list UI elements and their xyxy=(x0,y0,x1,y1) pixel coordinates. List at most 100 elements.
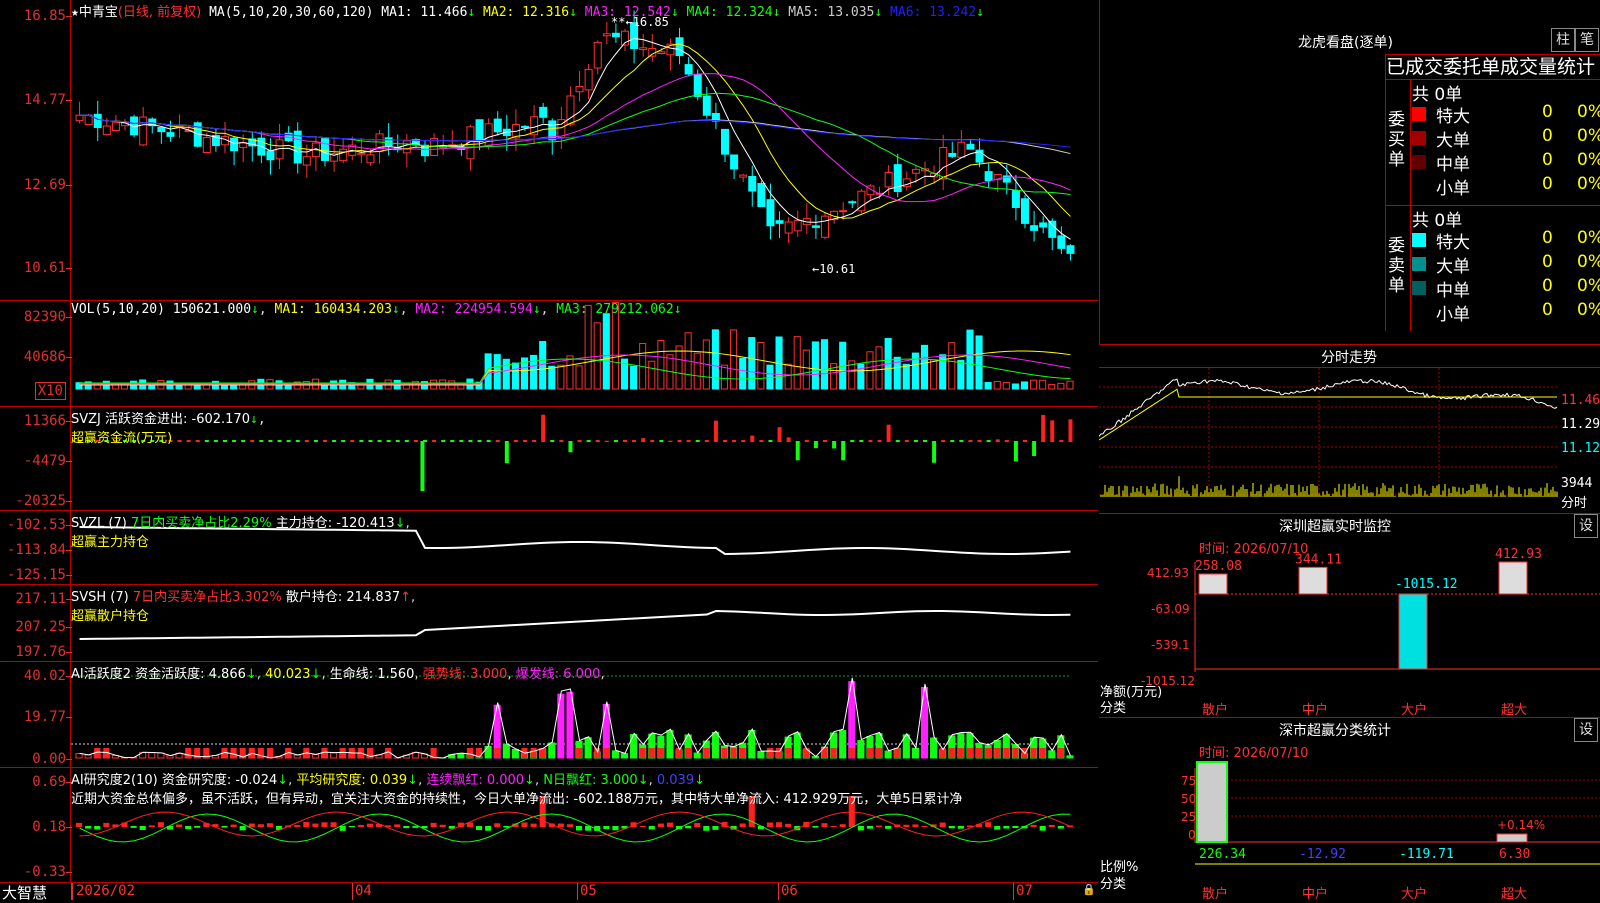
research-bar xyxy=(440,825,446,827)
flow-dot xyxy=(959,440,963,442)
vol-panel[interactable]: 82390 40686 X10 VOL(5,10,20) 150621.000↓… xyxy=(0,301,1098,407)
vol-bar xyxy=(549,366,555,389)
vol-bar xyxy=(740,358,746,389)
vol-bar xyxy=(812,342,818,389)
flow-dot xyxy=(896,440,900,442)
star-icon[interactable]: ★ xyxy=(71,5,79,20)
candle xyxy=(340,149,347,160)
ma-values: MA1: 11.466↓ MA2: 12.316↓ MA3: 12.542↓ M… xyxy=(381,5,984,20)
vol-bar xyxy=(503,359,509,389)
activity-base xyxy=(1012,748,1018,758)
monitor-cat: 散户 xyxy=(1202,699,1228,718)
candle xyxy=(267,151,274,160)
tick-mode-button[interactable]: 笔 xyxy=(1575,28,1599,52)
y-tick: 11366 xyxy=(24,413,66,429)
y-tick: 12.69 xyxy=(24,177,66,193)
classify-stats-panel[interactable]: 深市超赢分类统计 设 时间: 2026/07/10 226.34-12.92-1… xyxy=(1099,718,1600,900)
ma-value-4: MA4: 12.324 xyxy=(679,5,773,20)
vol-bar xyxy=(1058,383,1064,389)
activity-bar xyxy=(667,731,673,758)
flow-dot xyxy=(559,440,563,442)
buy-box: 委买单 共 0单 特大00%大单00%中单00%小单00% xyxy=(1385,80,1600,206)
ai1-v2: 生命线: 1.560 xyxy=(330,667,415,682)
research-bar xyxy=(185,826,191,829)
vol-bar xyxy=(967,330,973,389)
activity-bar xyxy=(749,730,755,758)
flow-dot xyxy=(968,440,972,442)
activity-base xyxy=(767,748,773,758)
vol-bar xyxy=(531,355,537,389)
research-bar xyxy=(576,826,582,830)
lock-icon[interactable]: 🔒 xyxy=(1082,883,1096,896)
svsh-panel[interactable]: 217.11 207.25 197.76 SVSH (7) 7日内买卖净占比3.… xyxy=(0,585,1098,662)
row-value: 0 xyxy=(1542,126,1553,146)
candle xyxy=(103,126,110,135)
flow-dot xyxy=(732,440,736,442)
research-bar xyxy=(649,826,655,830)
activity-base xyxy=(531,748,537,758)
flow-dot xyxy=(468,440,472,442)
monitor-cat: 中户 xyxy=(1302,699,1328,718)
candle xyxy=(685,65,692,74)
ai2-header: AI研究度2(10) 资金研究度: -0.024↓, 平均研究度: 0.039↓… xyxy=(71,769,1096,807)
research-bar xyxy=(476,826,482,830)
flow-bar xyxy=(814,441,818,448)
activity-base xyxy=(894,748,900,758)
vol-bar xyxy=(585,305,591,389)
activity-bar xyxy=(76,754,82,758)
flow-bar xyxy=(932,441,936,463)
svzl-title: SVZL (7) xyxy=(71,516,127,531)
vol-bar xyxy=(94,385,100,389)
flow-dot xyxy=(387,440,391,442)
row-pct: 0% xyxy=(1577,126,1600,146)
classify-xlabel: 分类 xyxy=(1100,873,1126,892)
research-bar xyxy=(358,825,364,827)
research-bar xyxy=(1040,826,1046,831)
candle xyxy=(612,33,619,36)
research-bar xyxy=(640,826,646,827)
activity-base xyxy=(340,748,346,758)
bar-mode-button[interactable]: 柱 xyxy=(1551,28,1575,52)
minute-chart[interactable] xyxy=(1099,345,1600,513)
svzj-panel[interactable]: 11366 -4479 -20325 SVZJ 活跃资金进出: -602.170… xyxy=(0,407,1098,511)
candle xyxy=(776,221,783,224)
y-tick: 0.00 xyxy=(32,751,66,767)
research-bar xyxy=(267,823,273,827)
svzl-panel[interactable]: -102.53 -113.84 -125.15 SVZL (7) 7日内买卖净占… xyxy=(0,511,1098,585)
research-bar xyxy=(431,823,437,827)
research-bar xyxy=(176,824,182,827)
kline-plot[interactable] xyxy=(71,0,1098,300)
ai-research-panel[interactable]: 0.69 0.18 -0.33 AI研究度2(10) 资金研究度: -0.024… xyxy=(0,768,1098,883)
vol-bar xyxy=(976,336,982,389)
svsh-main: 散户持仓: 214.837 xyxy=(286,590,400,605)
ai1-y-axis: 40.02 19.77 0.00 xyxy=(0,662,71,767)
flow-bar xyxy=(996,439,1000,442)
activity-base xyxy=(731,748,737,758)
kline-panel[interactable]: 16.85 14.77 12.69 10.61 ★中青宝(日线, 前复权) MA… xyxy=(0,0,1098,301)
flow-dot xyxy=(268,440,272,442)
flow-bar xyxy=(832,441,836,448)
y-tick: 0.69 xyxy=(32,774,66,790)
legend-swatch xyxy=(1412,233,1426,247)
svsh-sub: 超赢散户持仓 xyxy=(71,609,149,624)
activity-base xyxy=(1058,748,1064,758)
activity-bar xyxy=(1067,756,1073,758)
candle xyxy=(231,138,238,150)
flow-dot xyxy=(614,440,618,442)
vol-y-axis: 82390 40686 X10 xyxy=(0,301,71,406)
y-tick: -125.15 xyxy=(7,567,66,583)
candle xyxy=(722,129,729,154)
vol-bar xyxy=(676,346,682,389)
realtime-monitor-panel[interactable]: 深圳超赢实时监控 设 时间: 2026/07/10 258.08344.11-1… xyxy=(1099,514,1600,718)
monitor-bar xyxy=(1199,574,1227,594)
flow-dot xyxy=(432,440,436,442)
minute-chart-panel[interactable]: 分时走势 11.46 11.29 11.12 3944 分时 xyxy=(1099,345,1600,514)
activity-bar xyxy=(758,751,764,758)
svzl-sub: 超赢主力持仓 xyxy=(71,535,149,550)
ai-activity-panel[interactable]: 40.02 19.77 0.00 AI活跃度2 资金活跃度: 4.866↓, 4… xyxy=(0,662,1098,768)
flow-dot xyxy=(459,440,463,442)
svzj-sub: 超赢资金流(万元) xyxy=(71,431,172,446)
research-bar xyxy=(240,826,246,830)
activity-bar xyxy=(694,753,700,758)
candle xyxy=(403,141,410,153)
